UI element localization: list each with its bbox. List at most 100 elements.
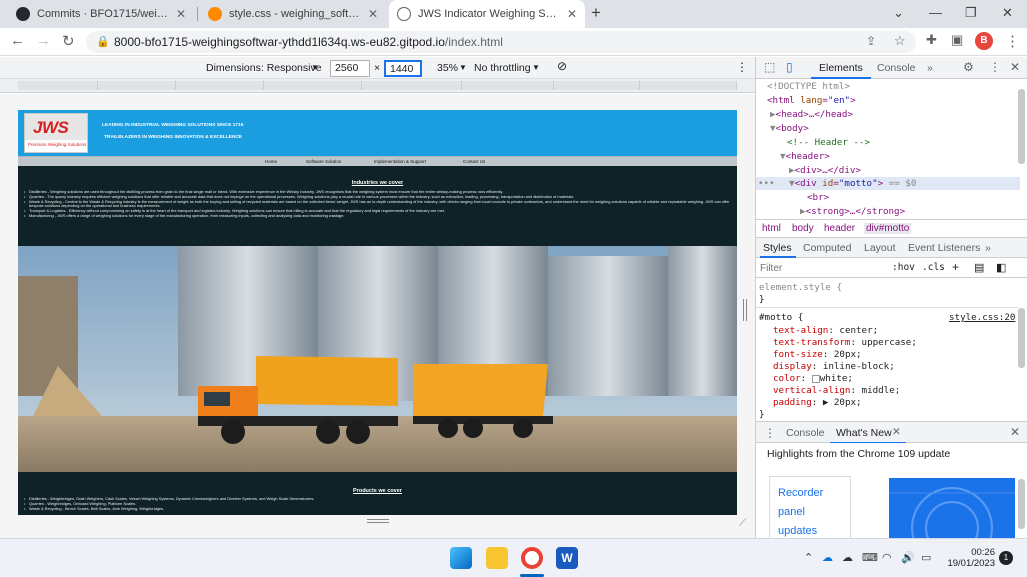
more-tabs-icon[interactable]: » — [985, 242, 991, 254]
weather-icon[interactable]: ☁ — [842, 551, 853, 564]
dom-line[interactable]: <!-- Header --> — [787, 137, 870, 148]
dom-line[interactable]: ▶<head>…</head> — [770, 109, 853, 120]
language-icon[interactable]: ⌨ — [862, 551, 878, 564]
more-tabs-icon[interactable]: » — [927, 62, 933, 74]
recorder-text[interactable]: Recorder — [778, 487, 823, 499]
tab-search-icon[interactable]: ⌄ — [893, 5, 904, 21]
device-toggle-icon[interactable]: ▯ — [786, 60, 793, 74]
dom-scrollbar[interactable] — [1018, 89, 1025, 164]
width-input[interactable]: 2560 — [330, 60, 370, 77]
css-property[interactable]: display: inline-block; — [773, 361, 895, 372]
window-close-icon[interactable]: ✕ — [1002, 5, 1013, 21]
breadcrumb-html[interactable]: html — [762, 223, 781, 234]
dom-line[interactable]: ▼<header> — [780, 151, 830, 162]
tab-event-listeners[interactable]: Event Listeners — [908, 242, 980, 254]
more-options-icon[interactable]: ⋮ — [989, 60, 1001, 74]
dom-line[interactable]: <html lang="en"> — [767, 95, 856, 106]
ruler-segment[interactable] — [98, 81, 176, 90]
tab-commits[interactable]: Commits · BFO1715/weighing_so ✕ — [8, 0, 194, 28]
drawer-scrollbar[interactable] — [1018, 479, 1025, 529]
dom-line[interactable]: ▼<body> — [770, 123, 809, 134]
windows-start-icon[interactable] — [450, 547, 472, 569]
new-rule-icon[interactable]: + — [952, 260, 959, 274]
rule-source-link[interactable]: style.css:20 — [949, 312, 1015, 323]
dom-line[interactable]: ▶<strong>…</strong> — [800, 206, 905, 217]
media-query-ruler[interactable] — [0, 79, 755, 93]
throttling-dropdown[interactable]: No throttling — [474, 62, 531, 74]
more-options-icon[interactable]: ⋮ — [764, 426, 776, 440]
dimensions-dropdown[interactable]: Dimensions: Responsive — [206, 62, 322, 74]
computed-styles-icon[interactable]: ▤ — [974, 261, 984, 274]
close-icon[interactable]: ✕ — [176, 7, 186, 21]
css-property[interactable]: text-transform: uppercase; — [773, 337, 917, 348]
rule-selector[interactable]: #motto { — [759, 312, 803, 323]
zoom-dropdown[interactable]: 35% — [437, 62, 458, 74]
new-tab-button[interactable]: + — [591, 3, 601, 23]
dom-line-selected[interactable]: ▼<div id="motto"> == $0 — [789, 178, 916, 189]
css-property[interactable]: text-align: center; — [773, 325, 878, 336]
tab-layout[interactable]: Layout — [864, 242, 896, 254]
css-property[interactable]: font-size: 20px; — [773, 349, 862, 360]
css-property[interactable]: vertical-align: middle; — [773, 385, 900, 396]
ruler-segment[interactable] — [640, 81, 737, 90]
inspect-element-icon[interactable]: ⬚ — [764, 60, 775, 74]
css-property[interactable]: color: white; — [773, 373, 853, 384]
share-icon[interactable]: ⇪ — [866, 34, 876, 48]
tab-computed[interactable]: Computed — [803, 242, 851, 254]
ruler-segment[interactable] — [462, 81, 554, 90]
drawer-tab-whats-new[interactable]: What's New — [836, 427, 892, 439]
battery-icon[interactable]: ▭ — [921, 551, 931, 564]
breadcrumb-div-motto[interactable]: div#motto — [864, 223, 912, 234]
corner-resize-icon[interactable]: ⟋ — [739, 518, 746, 529]
nav-software-solution[interactable]: Software Solution — [306, 159, 341, 164]
close-icon[interactable]: ✕ — [567, 7, 577, 21]
nav-implementation-support[interactable]: Implementation & Support — [374, 159, 426, 164]
cls-toggle[interactable]: .cls — [922, 262, 945, 273]
close-drawer-icon[interactable]: ✕ — [1010, 425, 1020, 439]
breadcrumb-header[interactable]: header — [824, 223, 855, 234]
notification-badge[interactable]: 1 — [999, 551, 1013, 565]
drawer-tab-console[interactable]: Console — [786, 427, 825, 439]
minimize-icon[interactable]: — — [929, 5, 942, 20]
tab-elements[interactable]: Elements — [819, 62, 863, 74]
styles-scrollbar[interactable] — [1018, 308, 1025, 368]
height-input[interactable]: 1440 — [384, 60, 422, 77]
ruler-segment[interactable] — [176, 81, 264, 90]
tab-styles[interactable]: Styles — [763, 242, 792, 254]
css-property[interactable]: padding: ▶ 20px; — [773, 397, 862, 408]
ruler-segment[interactable] — [264, 81, 362, 90]
sidebar-toggle-icon[interactable]: ◧ — [996, 261, 1006, 274]
side-panel-icon[interactable]: ▣ — [951, 32, 963, 48]
right-resize-handle[interactable] — [743, 299, 747, 321]
recorder-text[interactable]: updates — [778, 525, 817, 537]
styles-filter-input[interactable] — [760, 261, 880, 275]
site-logo[interactable]: JWS Precision Weighing Solutions — [24, 113, 88, 153]
address-bar[interactable]: 🔒 8000-bfo1715-weighingsoftwar-ythdd1l63… — [86, 31, 916, 53]
tab-console[interactable]: Console — [877, 62, 916, 74]
tab-style-css[interactable]: style.css - weighing_software_we ✕ — [200, 0, 386, 28]
extensions-icon[interactable]: ✚ — [926, 32, 937, 48]
nav-contact-us[interactable]: Contact Us — [463, 159, 485, 164]
ruler-segment[interactable] — [554, 81, 640, 90]
dom-line[interactable]: <br> — [807, 192, 829, 203]
menu-icon[interactable]: ⋮ — [1005, 32, 1020, 50]
rotate-icon[interactable]: ⊘ — [557, 59, 567, 73]
ellipsis-icon[interactable]: ••• — [758, 178, 775, 189]
file-explorer-icon[interactable] — [486, 547, 508, 569]
element-style-selector[interactable]: element.style { — [759, 282, 842, 293]
settings-gear-icon[interactable]: ⚙ — [963, 60, 974, 74]
dom-line[interactable]: ▶<div>…</div> — [789, 165, 861, 176]
volume-icon[interactable]: 🔊 — [901, 551, 915, 564]
chrome-icon[interactable] — [521, 547, 543, 569]
hov-toggle[interactable]: :hov — [892, 262, 915, 273]
dom-line[interactable]: <!DOCTYPE html> — [767, 81, 850, 92]
reload-icon[interactable]: ↻ — [62, 32, 75, 50]
bookmark-star-icon[interactable]: ☆ — [894, 33, 906, 49]
profile-avatar[interactable]: B — [975, 32, 993, 50]
more-options-icon[interactable]: ⋮ — [736, 60, 748, 74]
close-icon[interactable]: ✕ — [368, 7, 378, 21]
tab-jws[interactable]: JWS Indicator Weighing Software ✕ — [389, 0, 585, 28]
recorder-card[interactable]: Recorder panel updates — [769, 476, 851, 538]
word-icon[interactable]: W — [556, 547, 578, 569]
breadcrumb-body[interactable]: body — [792, 223, 814, 234]
